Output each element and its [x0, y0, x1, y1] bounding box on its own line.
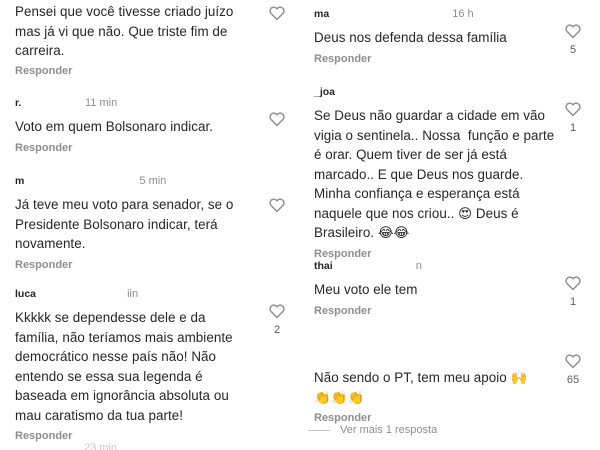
comments-column-left: Pensei que você tivesse criado juízo mas…: [0, 0, 292, 450]
comment-item: r. 11 min Voto em quem Bolsonaro indicar…: [0, 97, 292, 156]
comment-text: Já teve meu voto para senador, se o Pres…: [15, 197, 238, 251]
comment-item: Não sendo o PT, tem meu apoio 🙌 👏👏👏 Resp…: [300, 350, 600, 426]
reply-button[interactable]: Responder: [314, 248, 371, 260]
comment-username[interactable]: luca: [15, 288, 36, 300]
divider-line: [308, 429, 330, 431]
comment-timestamp: 11 min: [85, 97, 118, 109]
comment-timestamp: n: [415, 260, 422, 272]
comment-item: Pensei que você tivesse criado juízo mas…: [0, 2, 292, 79]
heart-icon[interactable]: [564, 22, 582, 40]
heart-icon[interactable]: [564, 352, 582, 370]
comment-timestamp: 23 min: [84, 442, 118, 450]
comment-item: luca iin Kkkkk se dependesse dele e da f…: [0, 288, 292, 444]
comment-timestamp: iin: [127, 288, 139, 300]
heart-icon[interactable]: [268, 196, 286, 214]
reply-button[interactable]: Responder: [15, 430, 72, 442]
reply-button[interactable]: Responder: [314, 53, 371, 65]
like-count: 5: [569, 44, 577, 56]
heart-icon[interactable]: [268, 110, 286, 128]
heart-icon[interactable]: [564, 100, 582, 118]
comment-username[interactable]: m: [15, 175, 24, 187]
reply-button[interactable]: Responder: [314, 412, 371, 424]
comment-timestamp: 5 min: [139, 175, 167, 187]
comment-item: m 5 min Já teve meu voto para senador, s…: [0, 175, 292, 273]
like-count: 1: [569, 296, 577, 308]
comment-text: Se Deus não guardar a cidade em vão vigi…: [314, 108, 559, 240]
comment-username[interactable]: ma: [314, 8, 329, 20]
heart-icon[interactable]: [268, 4, 286, 22]
comment-username[interactable]: thai: [314, 260, 333, 272]
like-count: 2: [273, 324, 281, 336]
blurred-username: [21, 97, 25, 109]
comment-text: Meu voto ele tem: [314, 282, 418, 297]
reply-button[interactable]: Responder: [15, 65, 72, 77]
reply-button[interactable]: Responder: [314, 305, 371, 317]
view-more-replies[interactable]: Ver mais 1 resposta: [300, 424, 600, 436]
reply-button[interactable]: Responder: [15, 259, 72, 271]
comment-text: Voto em quem Bolsonaro indicar.: [15, 119, 214, 134]
comment-text: Pensei que você tivesse criado juízo mas…: [15, 4, 238, 58]
comments-column-right: ma 16 h Deus nos defenda dessa família R…: [300, 0, 600, 450]
comment-item: ma 16 h Deus nos defenda dessa família R…: [300, 8, 600, 67]
comment-text: Não sendo o PT, tem meu apoio 🙌 👏👏👏: [314, 370, 528, 405]
comment-timestamp: 16 h: [452, 8, 474, 20]
comment-username[interactable]: _joa: [314, 86, 335, 98]
comment-item: thai n Meu voto ele tem Responder: [300, 260, 600, 319]
comment-text: Deus nos defenda dessa família: [314, 30, 507, 45]
like-count: 1: [569, 122, 577, 134]
comment-item: _joa Se Deus não guardar a cidade em vão…: [300, 86, 600, 262]
heart-icon[interactable]: [268, 302, 286, 320]
heart-icon[interactable]: [564, 274, 582, 292]
reply-button[interactable]: Responder: [15, 142, 72, 154]
like-count: 65: [566, 374, 580, 386]
view-more-replies-label[interactable]: Ver mais 1 resposta: [340, 424, 437, 436]
comment-text: Kkkkk se dependesse dele e da família, n…: [15, 310, 237, 423]
